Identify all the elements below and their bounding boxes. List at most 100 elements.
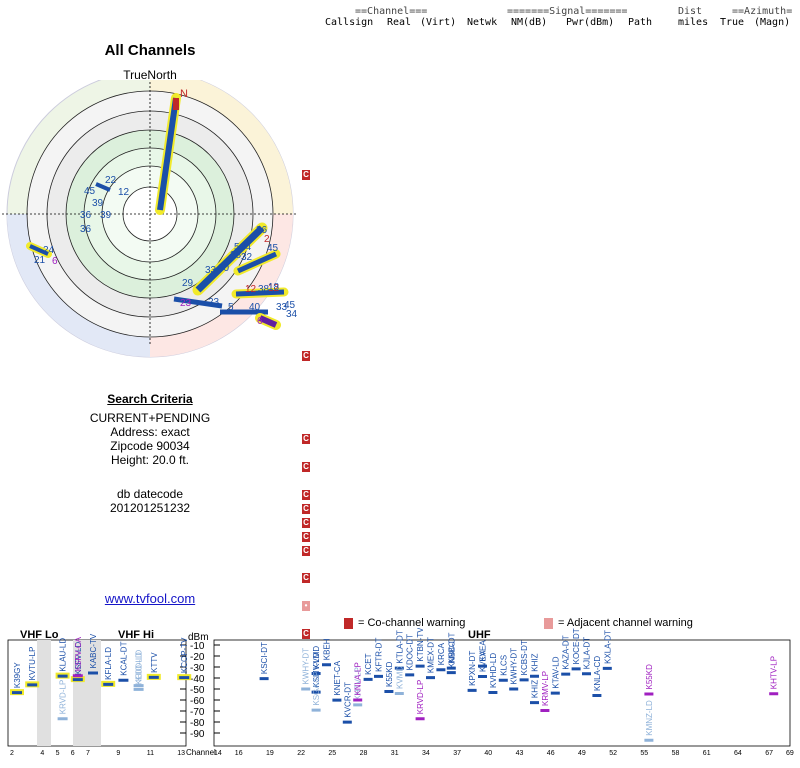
co-channel-warning-icon: C (302, 489, 310, 500)
co-channel-warning-icon: C (302, 170, 310, 181)
uhf-x-label: 22 (297, 750, 305, 757)
radar-label: 6 (52, 256, 58, 267)
station-row[interactable]: KTBN-TV33(40.1)Ind61.1-29.7LOS 22.657°(4… (302, 57, 800, 71)
station-row[interactable]: KJLA-DT49(57.1)Ind55.1-35.8LOS 22.556°(4… (302, 182, 800, 196)
station-row[interactable]: KCET28(28.1)PBS50.5-40.3LOS 22.657°(44°) (302, 335, 800, 349)
channel-bar (436, 668, 446, 672)
channel-bar (301, 687, 311, 691)
station-row[interactable]: KMEX-DT34(34.1)Uni52.0-38.9LOS 22.556°(4… (302, 293, 800, 307)
channel-bar-label: KSCI-DT (260, 642, 269, 674)
channel-bar (446, 671, 456, 675)
radar-label: 34 (286, 309, 298, 320)
y-tick-label: -70 (190, 707, 205, 718)
y-tick-label: -60 (190, 696, 205, 707)
station-row[interactable]: CK39GY 2(39.1)40.0-50.9LOS 46.363°(50°) (302, 544, 800, 558)
y-tick-label: -90 (190, 729, 205, 740)
station-row[interactable]: KAZA-DT47(54.1)Azt54.7-36.1LOS 22.556°(4… (302, 196, 800, 210)
station-row[interactable]: CKEDD-LD1042.5-48.3LOS 22.455°(42°) (302, 460, 800, 474)
station-row[interactable]: CKSFV-CA 641.5-37.4LOS 22.258°(46°) (302, 488, 800, 502)
station-row[interactable]: KXLA-DT51(44.1)Ind59.4-31.5LOS 22.556°(4… (302, 99, 800, 113)
station-row[interactable]: KCOP-TV13(13.1)MyN52.0-38.9LOS 22.557°(4… (302, 307, 800, 321)
channel-bar-label: KABC-TV (89, 633, 98, 668)
station-row[interactable]: KLAU-LD 553.2-37.7LOS 22.556°(43°) (302, 224, 800, 238)
station-row[interactable]: CKSMV-LD23(31.1)40.4-50.5LOS 22.556°(44°… (302, 516, 800, 530)
y-tick-label: -10 (190, 641, 205, 652)
station-row[interactable]: KFLA-LD 846.5-44.3LOS 22.455°(42°) (302, 404, 800, 418)
station-row[interactable]: KNBC36NBC59.5-31.3LOS 22.556°(43°) (302, 85, 800, 99)
station-row[interactable]: KCAL-DT 9(9.1)Ind49.9-41.0LOS 22.556°(43… (302, 377, 800, 391)
station-row[interactable]: KTLA-DT31(5.1)CW59.6-31.3LOS 22.556°(43°… (302, 71, 800, 85)
radar-label: 29 (182, 278, 194, 289)
criteria-line: Height: 20.0 ft. (110, 453, 190, 467)
station-row[interactable]: KVEA39TEL61.2-29.7LOS 22.258°(46°) (302, 43, 800, 57)
channel-bar (88, 671, 98, 675)
station-row[interactable]: KVEA39(52.1)TEL52.9-38.0LOS 22.258°(46°) (302, 265, 800, 279)
col-path: Path (628, 17, 653, 28)
col-real: Real (387, 17, 412, 28)
station-row[interactable]: CKVHD-LD40(26.1)40.0-50.8LOS 22.556°(43°… (302, 530, 800, 544)
co-channel-warning-icon: C (302, 545, 310, 556)
channel-bar (769, 692, 779, 696)
channel-bar (405, 673, 415, 677)
station-row[interactable]: KNLA-CD50(20.1)37.6-53.2LOS 22.455°(42°) (302, 585, 800, 599)
channel-bar-label: K55KD (645, 664, 654, 690)
channel-bar (72, 678, 83, 682)
col-true: True (720, 17, 745, 28)
channel-bar-label: KTAV-LD (551, 656, 560, 688)
station-row[interactable]: KABC-TV 7(7.1)ABC55.7-35.2LOS 22.556°(43… (302, 154, 800, 168)
channel-bar-label: KNBC-DT (447, 632, 456, 668)
station-row[interactable]: CKVMD31Ind39.2-51.6LOS 90.690°(77°) (302, 571, 800, 585)
channel-bar-label: KRMV-LP (541, 671, 550, 706)
channel-bar-label: KRCA (437, 642, 446, 665)
channel-bar (27, 683, 38, 687)
station-row[interactable]: KBEH24(63.1)Ind62.2-28.6LOS 22.258°(46°) (302, 29, 800, 43)
radar-label: 21 (34, 255, 46, 266)
channel-bar (582, 672, 591, 676)
radar-label: 40 (249, 302, 261, 313)
uhf-x-label: 46 (547, 750, 555, 757)
site-link[interactable]: www.tvfool.com (0, 591, 300, 606)
channel-bar (103, 682, 114, 686)
uhf-x-label: 61 (703, 750, 711, 757)
radar-label: 18 (268, 282, 280, 293)
station-row[interactable]: CKVMD23Ind55.3-35.6LOS 25.9101°(88°) (302, 168, 800, 182)
vhf-gap (37, 640, 51, 746)
radar-label: 5 (228, 302, 234, 313)
station-row[interactable]: KLCS41(58.1)PBS49.8-41.0LOS 22.557°(44°) (302, 391, 800, 405)
criteria-line: Address: exact (110, 425, 190, 439)
channel-bar (363, 677, 373, 681)
uhf-x-label: 14 (214, 750, 222, 757)
station-row[interactable]: KTAV-LD46(35.1)39.5-51.3LOS 22.356°(43°) (302, 557, 800, 571)
search-criteria-heading: Search Criteria (107, 392, 193, 406)
panel-title: All Channels (104, 42, 196, 59)
uhf-x-label: 31 (391, 750, 399, 757)
station-row[interactable]: CKSFV-LD 650.4-40.5LOS 22.258°(46°) (302, 349, 800, 363)
channel-bar-label: KFTR-DT (375, 638, 384, 672)
station-row[interactable]: KSCI-DT18(18.1)Ind51.1-39.7LOS 22.258°(4… (302, 321, 800, 335)
station-row[interactable]: KCBS-DT43(2.1)CBS50.2-40.7LOS 22.556°(43… (302, 363, 800, 377)
channel-bar (148, 675, 159, 679)
channel-bar-label: KSFV-CA (74, 636, 83, 671)
radar-label: 12 (118, 187, 130, 198)
station-row[interactable]: KWHY-DT42(22.1)Ind42.8-48.0LOS 22.258°(4… (302, 446, 800, 460)
station-row[interactable]: KPXN-DT38(30.1)ION41.8-49.1LOS 22.258°(4… (302, 474, 800, 488)
station-row[interactable]: KTTV11(11.1)Fox52.1-38.7LOS 22.557°(44°) (302, 279, 800, 293)
co-channel-warning-icon: C (302, 517, 310, 528)
station-row[interactable]: CKIIO-LD1045.5-45.3LOS 22.455°(42°) (302, 432, 800, 446)
station-row[interactable]: KOCE-DT48(50.1)PBS58.9-31.9LOS 22.556°(4… (302, 112, 800, 126)
channel-bar (498, 678, 508, 682)
station-row[interactable]: KNBC-DT36(4.1)NBC55.9-34.9LOS 22.556°(44… (302, 140, 800, 154)
station-row[interactable]: CK55KD30(55.1)40.9-50.0LOS 22.556°(43°) (302, 502, 800, 516)
station-row[interactable]: KHIZ44Ind53.0-37.8LOS 22.258°(46°) (302, 238, 800, 252)
channel-bar (342, 720, 352, 724)
station-row[interactable]: KFTR-DT29(46.1)Tel52.9-37.9LOS 22.556°(4… (302, 252, 800, 266)
station-row[interactable]: KRCA35(62.1)Ind58.3-32.6LOS 22.258°(46°) (302, 126, 800, 140)
station-row[interactable]: KDOC-DT32(56.1)Ind54.2-36.7LOS 22.556°(4… (302, 210, 800, 224)
uhf-x-label: 67 (765, 750, 773, 757)
channel-bar-label: K55KD (385, 661, 394, 687)
co-channel-warning-icon: C (302, 462, 310, 473)
station-row[interactable]: KVTU-LP 346.2-44.7LOS 22.455°(42°) (302, 418, 800, 432)
station-row[interactable]: •KNET-CA2533.9-56.9LOS 22.455°(42°) (302, 599, 800, 613)
uhf-x-label: 58 (672, 750, 680, 757)
channel-bar-label: KXLA-DT (603, 630, 612, 664)
